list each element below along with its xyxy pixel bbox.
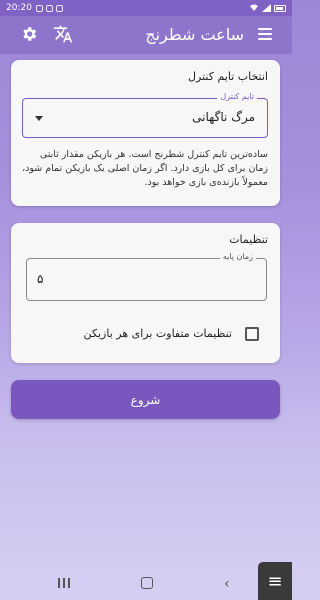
- notification-icon: [45, 4, 53, 12]
- status-bar: 20:20: [0, 0, 292, 16]
- signal-icon: [262, 4, 271, 12]
- system-nav-bar: ‹: [0, 566, 292, 600]
- base-time-value: ۵: [37, 272, 44, 286]
- gear-icon[interactable]: [20, 25, 38, 43]
- home-icon[interactable]: [141, 577, 153, 589]
- notification-icon: [55, 4, 63, 12]
- time-control-dropdown[interactable]: تایم کنترل مرگ ناگهانی: [22, 92, 268, 138]
- dropdown-label: تایم کنترل: [217, 92, 257, 101]
- time-control-card: انتخاب تایم کنترل تایم کنترل مرگ ناگهانی…: [11, 60, 280, 206]
- back-icon[interactable]: ‹: [224, 576, 230, 592]
- status-time: 20:20: [6, 3, 32, 13]
- time-control-section-title: انتخاب تایم کنترل: [188, 70, 268, 83]
- base-time-label: زمان پایه: [219, 252, 256, 261]
- battery-icon: [274, 4, 286, 12]
- store-watermark-icon: ≡: [258, 562, 292, 600]
- hamburger-menu-icon[interactable]: [258, 28, 272, 40]
- start-button[interactable]: شروع: [11, 380, 280, 419]
- different-settings-label: تنظیمات متفاوت برای هر بازیکن: [83, 327, 232, 340]
- settings-card: تنظیمات زمان پایه ۵ تنظیمات متفاوت برای …: [11, 223, 280, 363]
- time-control-description: ساده‌ترین تایم کنترل شطرنج است. هر بازیک…: [22, 149, 268, 188]
- dropdown-value: مرگ ناگهانی: [192, 110, 255, 124]
- dropdown-arrow-icon: [35, 116, 43, 121]
- app-bar: ساعت شطرنج: [0, 16, 292, 54]
- translate-icon[interactable]: [53, 24, 73, 44]
- notification-icon: [35, 4, 43, 12]
- base-time-field[interactable]: زمان پایه ۵: [26, 252, 267, 301]
- settings-section-title: تنظیمات: [229, 233, 268, 246]
- recents-icon[interactable]: [58, 578, 70, 588]
- wifi-icon: [250, 4, 258, 11]
- different-settings-checkbox[interactable]: [245, 327, 259, 341]
- page-title: ساعت شطرنج: [145, 25, 244, 44]
